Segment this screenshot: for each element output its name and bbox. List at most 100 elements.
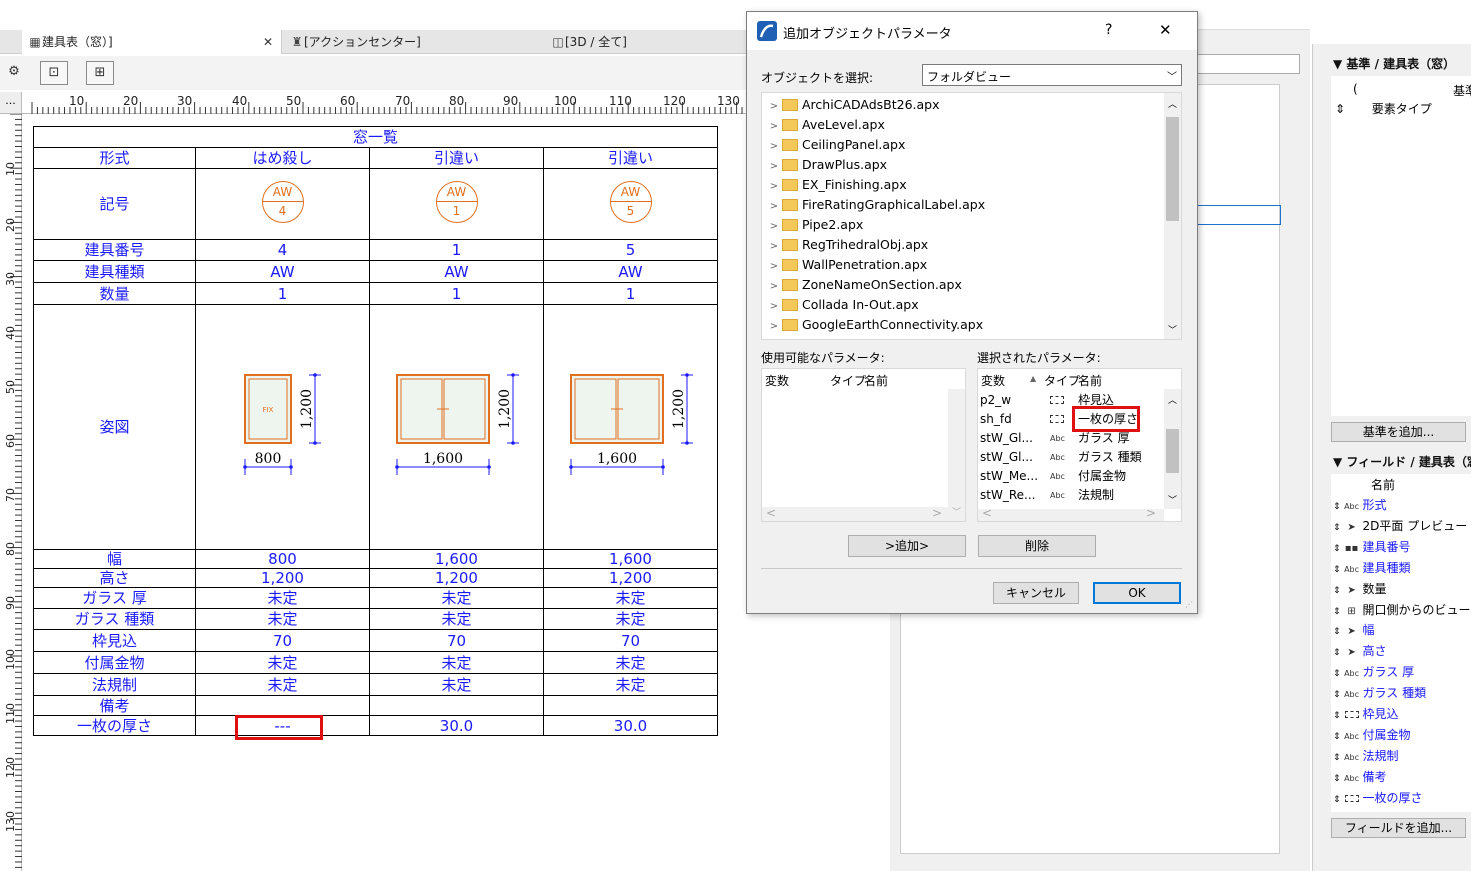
chevron-right-icon[interactable]: > — [766, 177, 782, 197]
cell-glass-type[interactable]: 未定 — [195, 608, 370, 630]
cell-height[interactable]: 1,200 — [195, 568, 370, 588]
drag-handle-icon[interactable]: ⇕ — [1333, 690, 1341, 700]
delete-parameter-button[interactable]: 削除 — [978, 535, 1096, 557]
field-row[interactable]: ⇕ ➤ 幅 — [1333, 621, 1375, 638]
ruler-corner[interactable]: ... — [0, 92, 22, 114]
field-row[interactable]: ⇕ 枠見込 — [1333, 705, 1399, 722]
cell-regulation[interactable]: 未定 — [195, 673, 370, 696]
cell-glass-type[interactable]: 未定 — [369, 608, 544, 630]
cell-kind[interactable]: AW — [195, 260, 370, 283]
folder-item[interactable]: > WallPenetration.apx — [766, 255, 927, 275]
cell-hardware[interactable]: 未定 — [543, 651, 718, 674]
field-row[interactable]: ⇕ ➤ 数量 — [1333, 580, 1387, 597]
scroll-up-icon[interactable]: ︿ — [1164, 97, 1181, 110]
field-row[interactable]: ⇕ Abc ガラス 種類 — [1333, 684, 1426, 701]
col-type-header[interactable]: タイプ — [830, 372, 866, 389]
field-row[interactable]: ⇕ ➤ 高さ — [1333, 642, 1387, 659]
cell-frame-depth[interactable]: 70 — [369, 629, 544, 652]
settings-gear-icon[interactable]: ⚙ — [0, 61, 28, 85]
field-row[interactable]: ⇕ Abc 付属金物 — [1333, 726, 1411, 743]
scroll-thumb[interactable] — [1166, 429, 1179, 473]
folder-item[interactable]: > FireRatingGraphicalLabel.apx — [766, 195, 985, 215]
cell-number[interactable]: 1 — [369, 239, 544, 261]
drag-handle-icon[interactable]: ⇕ — [1333, 648, 1341, 658]
close-button[interactable]: ✕ — [1159, 21, 1172, 39]
cell-kind[interactable]: AW — [543, 260, 718, 283]
cell-frame-depth[interactable]: 70 — [195, 629, 370, 652]
drag-handle-icon[interactable]: ⇕ — [1333, 795, 1341, 805]
folder-item[interactable]: > Collada In-Out.apx — [766, 295, 919, 315]
cell-width[interactable]: 1,600 — [369, 549, 544, 569]
cell-qty[interactable]: 1 — [195, 282, 370, 305]
chevron-right-icon[interactable]: > — [766, 257, 782, 277]
chevron-right-icon[interactable]: > — [766, 317, 782, 337]
cancel-button[interactable]: キャンセル — [993, 582, 1079, 604]
cell-panel-thickness[interactable]: 30.0 — [543, 715, 718, 736]
folder-item[interactable]: > DrawPlus.apx — [766, 155, 887, 175]
available-hscrollbar[interactable]: < > — [762, 506, 948, 521]
drag-handle-icon[interactable]: ⇕ — [1333, 774, 1341, 784]
cell-width[interactable]: 800 — [195, 549, 370, 569]
field-row[interactable]: ⇕ Abc 形式 — [1333, 496, 1387, 513]
cell-mark[interactable]: AW 5 — [543, 168, 718, 240]
close-tab-icon[interactable]: ✕ — [263, 30, 273, 54]
fields-header[interactable]: ▼ フィールド / 建具表（窓 — [1333, 453, 1471, 470]
panel-scrollbar[interactable] — [1286, 100, 1300, 860]
chevron-right-icon[interactable]: > — [766, 97, 782, 117]
tab-3d-view[interactable]: ◫[3D / 全て] — [545, 30, 745, 54]
chevron-right-icon[interactable]: > — [766, 297, 782, 317]
cell-remarks[interactable] — [195, 695, 370, 716]
cell-glass-thickness[interactable]: 未定 — [369, 587, 544, 609]
add-field-button[interactable]: フィールドを追加... — [1331, 818, 1466, 838]
col-name-header[interactable]: 名前 — [1078, 372, 1102, 389]
selected-param-row[interactable]: stW_Re... Abc 法規制 — [980, 486, 1162, 505]
cell-glass-thickness[interactable]: 未定 — [543, 587, 718, 609]
cell-type[interactable]: 引違い — [543, 147, 718, 169]
drag-handle-icon[interactable]: ⇕ — [1333, 523, 1341, 533]
field-row[interactable]: ⇕ Abc 備考 — [1333, 768, 1387, 785]
field-row[interactable]: ⇕ ⊞ 開口側からのビュー — [1333, 601, 1471, 618]
chevron-right-icon[interactable]: > — [766, 277, 782, 297]
selected-param-row[interactable]: stW_Gl... Abc ガラス 種類 — [980, 448, 1162, 467]
add-criteria-button[interactable]: 基準を追加... — [1331, 422, 1466, 442]
cell-hardware[interactable]: 未定 — [195, 651, 370, 674]
folder-item[interactable]: > AveLevel.apx — [766, 115, 885, 135]
scroll-right-icon[interactable]: > — [1146, 506, 1156, 520]
cell-panel-thickness[interactable]: 30.0 — [369, 715, 544, 736]
field-row[interactable]: ⇕ ▪▪ 建具番号 — [1333, 538, 1411, 555]
criteria-row[interactable]: ⇕ 要素タイプ — [1335, 100, 1432, 117]
chevron-right-icon[interactable]: > — [766, 137, 782, 157]
folder-item[interactable]: > Pipe2.apx — [766, 215, 863, 235]
drag-handle-icon[interactable]: ⇕ — [1333, 502, 1341, 512]
zoom-button[interactable]: ⊞ — [86, 61, 114, 85]
chevron-right-icon[interactable]: > — [766, 217, 782, 237]
col-var-header[interactable]: 変数 — [765, 372, 789, 389]
cell-glass-type[interactable]: 未定 — [543, 608, 718, 630]
cell-figure[interactable]: 1,200 1,600 — [543, 304, 718, 550]
cell-frame-depth[interactable]: 70 — [543, 629, 718, 652]
field-row[interactable]: ⇕ ➤ 2D平面 プレビュー — [1333, 517, 1467, 534]
tree-scrollbar[interactable]: ︿ ﹀ — [1164, 93, 1181, 339]
chevron-right-icon[interactable]: > — [766, 117, 782, 137]
cell-number[interactable]: 5 — [543, 239, 718, 261]
scroll-down-icon[interactable]: ﹀ — [1164, 493, 1181, 506]
field-row[interactable]: ⇕ Abc ガラス 厚 — [1333, 663, 1414, 680]
scroll-down-icon[interactable]: ﹀ — [948, 505, 965, 518]
selected-scrollbar[interactable]: ︿ ﹀ — [1164, 389, 1181, 509]
drag-handle-icon[interactable]: ⇕ — [1333, 669, 1341, 679]
object-select-dropdown[interactable]: フォルダビュー ﹀ — [922, 64, 1182, 86]
drag-handle-icon[interactable]: ⇕ — [1333, 753, 1341, 763]
available-scrollbar[interactable]: ﹀ — [948, 389, 965, 521]
folder-item[interactable]: > CeilingPanel.apx — [766, 135, 906, 157]
cell-mark[interactable]: AW 4 — [195, 168, 370, 240]
folder-item[interactable]: > RegTrihedralObj.apx — [766, 235, 928, 255]
cell-number[interactable]: 4 — [195, 239, 370, 261]
cell-regulation[interactable]: 未定 — [369, 673, 544, 696]
drag-handle-icon[interactable]: ⇕ — [1333, 586, 1341, 596]
help-button[interactable]: ? — [1105, 22, 1112, 38]
chevron-right-icon[interactable]: > — [766, 197, 782, 217]
scroll-left-icon[interactable]: < — [766, 506, 776, 520]
cell-remarks[interactable] — [369, 695, 544, 716]
scroll-thumb[interactable] — [1166, 117, 1179, 221]
cell-qty[interactable]: 1 — [369, 282, 544, 305]
